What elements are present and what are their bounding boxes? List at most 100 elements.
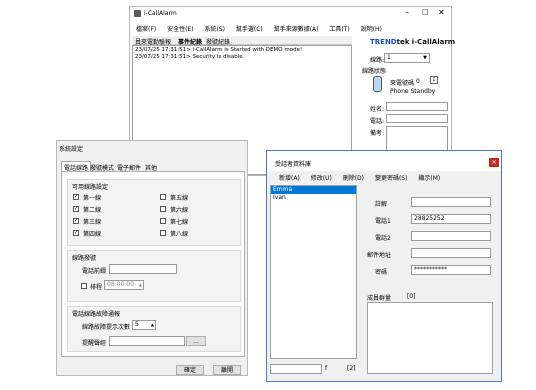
field-label-phone1: 電話1 <box>375 218 391 225</box>
maximize-icon[interactable]: □ <box>422 8 429 16</box>
members-count: [0] <box>407 293 416 300</box>
retry-stepper[interactable]: 5 ▲ <box>132 320 156 330</box>
contact-list[interactable]: Emma Ivan <box>270 185 357 359</box>
dial-time-value: 08:00:00 <box>107 281 134 288</box>
password-input[interactable]: *********** <box>411 265 491 275</box>
sound-path-input[interactable] <box>109 336 185 346</box>
checkbox[interactable] <box>160 218 166 224</box>
menu-add[interactable]: 新增(A) <box>279 175 300 182</box>
name-label: 姓名: <box>370 106 385 113</box>
sound-label: 提醒聲經 <box>82 340 107 347</box>
search-icon[interactable]: f <box>325 365 327 372</box>
settings-window: 系統設定 電話線路 撥號模式 電子郵件 其他 可用線路設定 ✓ 第一線 ✓ 第二線 … <box>56 140 248 376</box>
dial-prefix-label: 電話前綴 <box>82 268 107 275</box>
settings-icon[interactable]: ↧ <box>430 76 438 84</box>
retry-label: 線路故障提示次數 <box>82 324 131 331</box>
checkbox[interactable]: ✓ <box>73 194 79 200</box>
members-label: 成員群量 <box>367 295 392 302</box>
caller-id-value: 0 <box>416 78 420 85</box>
browse-button[interactable]: ... <box>186 336 206 346</box>
phone1-input[interactable]: 28825252 <box>411 214 491 224</box>
phone2-input[interactable] <box>411 231 491 241</box>
checkbox[interactable]: ✓ <box>73 230 79 236</box>
dial-time-label: 排程 <box>90 284 103 291</box>
menu-edit[interactable]: 修改(U) <box>311 175 332 182</box>
menu-change-password[interactable]: 變更密碼(S) <box>375 175 408 182</box>
close-icon[interactable]: ✕ <box>438 8 445 17</box>
line-select[interactable]: 1 ▼ <box>384 53 430 63</box>
field-label-phone2: 電話2 <box>375 235 391 242</box>
main-tabbar: 員來電勤驗報 事件紀錄 撥號紀錄 <box>132 36 352 46</box>
line-status-label: 線路狀態 <box>362 68 387 75</box>
line-option-label: 第三線 <box>83 219 102 226</box>
line-option-label: 第六線 <box>170 207 189 214</box>
phone-icon <box>373 76 382 92</box>
phone-label: 電話: <box>370 118 385 125</box>
line-option-label: 第八線 <box>170 231 189 238</box>
line-option-label: 第一線 <box>83 195 102 202</box>
line-option-label: 第七線 <box>170 219 189 226</box>
members-list[interactable] <box>367 302 493 374</box>
line-select-value: 1 <box>387 54 391 61</box>
log-line: 23/07/25 17:31:51> i-CallAlarm is Starte… <box>135 47 303 53</box>
caller-id-label: 來電號碼 <box>390 80 415 87</box>
contact-search-input[interactable] <box>270 364 322 374</box>
brand-red: TREND <box>370 38 397 46</box>
redial-group-title: 電話線路故障通報 <box>72 311 121 318</box>
dial-time-checkbox[interactable] <box>81 283 87 289</box>
field-label-note: 註解 <box>375 201 388 208</box>
menu-display[interactable]: 顯示(M) <box>418 175 440 182</box>
contact-detail-panel: 註解 電話1 28825252 電話2 郵件地址 密碼 *********** … <box>363 185 499 377</box>
checkbox[interactable]: ✓ <box>73 218 79 224</box>
field-label-email: 郵件地址 <box>367 252 392 259</box>
main-menubar: 檔案(F) 安全性(E) 系統(S) 幫手選(C) 幫手來源數據(A) 工具(T… <box>136 24 446 33</box>
checkbox[interactable] <box>160 194 166 200</box>
phone-field[interactable] <box>386 114 448 123</box>
minimize-icon[interactable]: – <box>405 8 409 17</box>
ok-button[interactable]: 確定 <box>176 365 204 375</box>
field-label-password: 密碼 <box>375 269 388 276</box>
contact-count: [2] <box>347 365 356 372</box>
note-input[interactable] <box>411 197 491 207</box>
settings-tab-panel: 可用線路設定 ✓ 第一線 ✓ 第二線 ✓ 第三線 ✓ 第四線 第五線 第六線 第七線 第… <box>61 171 245 357</box>
dial-group: 線路撥號 電話前綴 排程 08:00:00 ▲ <box>67 250 241 302</box>
log-line: 23/07/25 17:31:51> Security is disable. <box>135 54 245 60</box>
menu-system[interactable]: 系統(S) <box>204 26 225 33</box>
menu-helper[interactable]: 幫手選(C) <box>236 26 263 33</box>
note-label: 備考: <box>370 130 385 137</box>
menu-tools[interactable]: 工具(T) <box>329 26 349 33</box>
line-option-label: 第四線 <box>83 231 102 238</box>
close-icon[interactable]: ✕ <box>489 158 499 167</box>
menu-security[interactable]: 安全性(E) <box>167 26 193 33</box>
lines-group-title: 可用線路設定 <box>72 184 109 191</box>
list-item[interactable]: Emma <box>271 186 356 194</box>
settings-title: 系統設定 <box>59 146 84 153</box>
email-input[interactable] <box>411 248 491 258</box>
contacts-title: 受話者資料庫 <box>275 161 312 168</box>
line-option-label: 第五線 <box>170 195 189 202</box>
dial-prefix-input[interactable] <box>109 264 177 274</box>
menu-data-source[interactable]: 幫手來源數據(A) <box>274 26 319 33</box>
chevron-down-icon: ▼ <box>423 55 427 61</box>
name-field[interactable] <box>386 102 448 111</box>
contacts-menubar: 新增(A) 修改(U) 刪除(D) 變更密碼(S) 顯示(M) <box>279 173 499 182</box>
redial-group: 電話線路故障通報 線路故障提示次數 5 ▲ 提醒聲經 ... <box>67 306 241 352</box>
brand-logo: TRENDtek i-CallAlarm <box>370 38 455 46</box>
checkbox[interactable] <box>160 206 166 212</box>
list-item[interactable]: Ivan <box>271 194 356 202</box>
checkbox[interactable] <box>160 230 166 236</box>
dial-time-input[interactable]: 08:00:00 ▲ <box>104 280 144 290</box>
contacts-titlebar: 受話者資料庫 ✕ <box>267 151 501 171</box>
checkbox[interactable]: ✓ <box>73 206 79 212</box>
menu-help[interactable]: 說明(H) <box>361 26 382 33</box>
app-icon <box>134 10 141 17</box>
dial-group-title: 線路撥號 <box>72 255 97 262</box>
retry-value: 5 <box>135 321 139 328</box>
menu-delete[interactable]: 刪除(D) <box>343 175 364 182</box>
cancel-button[interactable]: 離開 <box>213 365 241 375</box>
menu-file[interactable]: 檔案(F) <box>136 26 156 33</box>
spin-icon[interactable]: ▲ <box>151 321 154 329</box>
spin-icon[interactable]: ▲ <box>139 281 142 289</box>
password-value: *********** <box>414 266 447 273</box>
lines-group: 可用線路設定 ✓ 第一線 ✓ 第二線 ✓ 第三線 ✓ 第四線 第五線 第六線 第七線 第… <box>67 179 241 246</box>
